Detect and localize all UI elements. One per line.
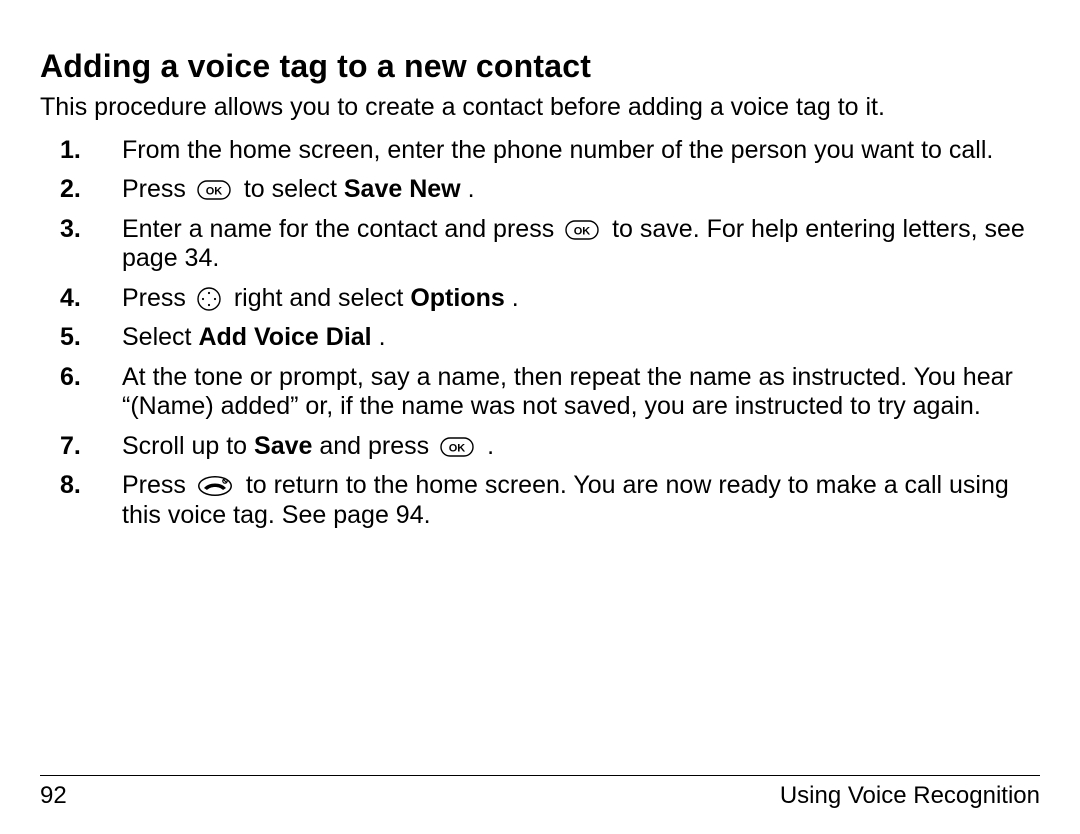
section-title: Using Voice Recognition [780, 782, 1040, 810]
step-number: 8. [40, 471, 122, 501]
ok-key-icon: OK [565, 218, 599, 238]
step-body: At the tone or prompt, say a name, then … [122, 363, 1040, 422]
step-body: Scroll up to Save and press OK . [122, 432, 1040, 462]
svg-text:OK: OK [449, 442, 466, 454]
svg-text:OK: OK [574, 225, 591, 237]
page-footer: 92 Using Voice Recognition [40, 775, 1040, 810]
step-number: 6. [40, 363, 122, 393]
step-number: 1. [40, 136, 122, 166]
step-number: 3. [40, 215, 122, 245]
step-body: Press right and select Options . [122, 284, 1040, 314]
step-number: 5. [40, 323, 122, 353]
ok-key-icon: OK [197, 178, 231, 198]
page-number: 92 [40, 782, 67, 810]
list-item: 7. Scroll up to Save and press OK . [40, 432, 1040, 462]
step-number: 7. [40, 432, 122, 462]
svg-text:OK: OK [206, 186, 223, 198]
list-item: 6. At the tone or prompt, say a name, th… [40, 363, 1040, 422]
section-heading: Adding a voice tag to a new contact [40, 48, 1040, 85]
manual-page: Adding a voice tag to a new contact This… [0, 0, 1080, 834]
intro-paragraph: This procedure allows you to create a co… [40, 93, 1040, 122]
list-item: 5. Select Add Voice Dial . [40, 323, 1040, 353]
step-body: Enter a name for the contact and press O… [122, 215, 1040, 274]
list-item: 1. From the home screen, enter the phone… [40, 136, 1040, 166]
step-number: 2. [40, 175, 122, 205]
end-call-key-icon [197, 475, 233, 497]
list-item: 3. Enter a name for the contact and pres… [40, 215, 1040, 274]
step-body: Press to return to the home screen. You … [122, 471, 1040, 530]
footer-rule [40, 775, 1040, 776]
list-item: 2. Press OK to select Save New . [40, 175, 1040, 205]
list-item: 4. Press right and select Options . [40, 284, 1040, 314]
step-body: From the home screen, enter the phone nu… [122, 136, 1040, 166]
step-number: 4. [40, 284, 122, 314]
step-body: Press OK to select Save New . [122, 175, 1040, 205]
navigation-key-icon [197, 287, 221, 311]
list-item: 8. Press to return to the home screen. Y… [40, 471, 1040, 530]
step-body: Select Add Voice Dial . [122, 323, 1040, 353]
step-list: 1. From the home screen, enter the phone… [40, 136, 1040, 531]
ok-key-icon: OK [440, 435, 474, 455]
